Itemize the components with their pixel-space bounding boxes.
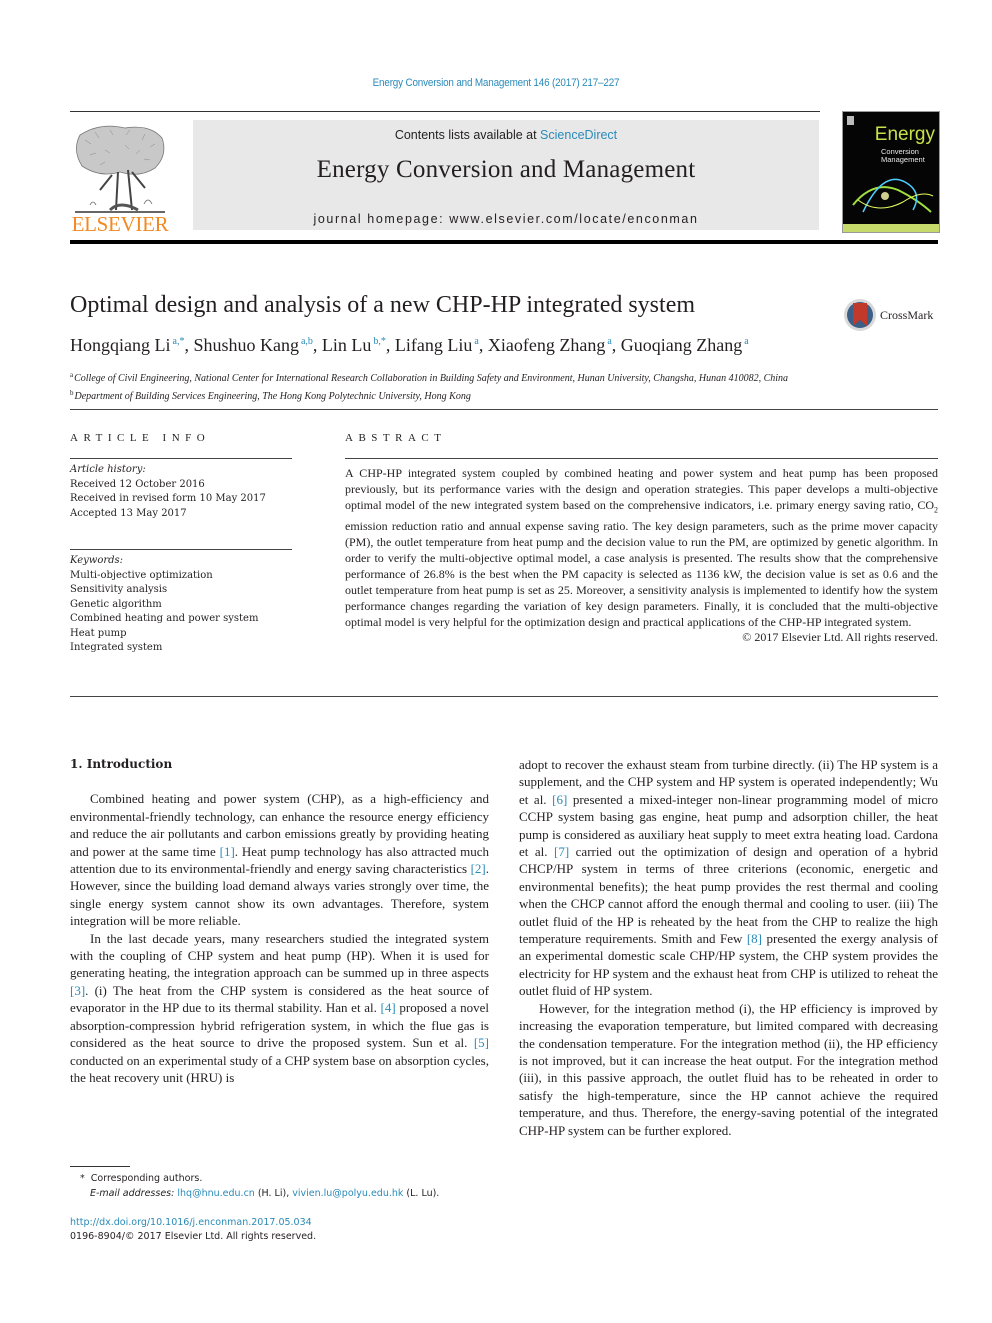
affiliation: aCollege of Civil Engineering, National … <box>70 371 789 384</box>
keywords: Keywords: Multi-objective optimization S… <box>70 554 292 656</box>
crossmark-label: CrossMark <box>880 308 934 322</box>
elsevier-badge-icon <box>847 116 854 125</box>
keyword[interactable]: Multi-objective optimization <box>70 569 292 584</box>
keyword[interactable]: Genetic algorithm <box>70 598 292 613</box>
author[interactable]: Shushuo Kang a,b <box>193 335 312 355</box>
divider <box>70 458 292 459</box>
author[interactable]: Guoqiang Zhang a <box>621 335 749 355</box>
email-link[interactable]: lhq@hnu.edu.cn <box>177 1188 254 1199</box>
header-thick-rule <box>70 240 938 244</box>
divider <box>70 409 938 410</box>
author-list: Hongqiang Li a,*, Shushuo Kang a,b, Lin Lu… <box>70 335 749 355</box>
sciencedirect-link[interactable]: ScienceDirect <box>540 128 617 142</box>
footnote-rule <box>70 1166 130 1167</box>
corresponding-note: * Corresponding authors. <box>80 1173 203 1184</box>
author[interactable]: Hongqiang Li a,* <box>70 335 184 355</box>
author[interactable]: Lifang Liu a <box>395 335 479 355</box>
issn-line: 0196-8904/© 2017 Elsevier Ltd. All right… <box>70 1231 317 1242</box>
divider <box>70 696 938 697</box>
elsevier-wordmark: ELSEVIER <box>71 212 169 236</box>
citation-link[interactable]: [4] <box>381 1000 396 1015</box>
contents-line: Contents lists available at ScienceDirec… <box>193 128 819 142</box>
history-item: Received in revised form 10 May 2017 <box>70 493 266 504</box>
citation-link[interactable]: [3] <box>70 983 85 998</box>
footnote: * Corresponding authors. E-mail addresse… <box>70 1171 439 1201</box>
contents-prefix: Contents lists available at <box>394 128 541 142</box>
affiliation: bDepartment of Building Services Enginee… <box>70 389 471 402</box>
email-link[interactable]: vivien.lu@polyu.edu.hk <box>292 1188 403 1199</box>
body-left-column: 1. Introduction Combined heating and pow… <box>70 756 489 1086</box>
abstract-copyright: © 2017 Elsevier Ltd. All rights reserved… <box>742 630 938 645</box>
history-item: Accepted 13 May 2017 <box>70 507 187 519</box>
keywords-label: Keywords: <box>70 555 124 566</box>
journal-homepage[interactable]: journal homepage: www.elsevier.com/locat… <box>193 212 819 226</box>
citation-link[interactable]: [1] <box>220 844 235 859</box>
keyword[interactable]: Combined heating and power system <box>70 612 292 627</box>
cover-title: Energy <box>874 124 935 145</box>
abstract: ABSTRACT A CHP-HP integrated system coup… <box>345 432 938 645</box>
cover-swirl-art <box>852 178 934 213</box>
body-right-column: adopt to recover the exhaust steam from … <box>519 756 938 1139</box>
keyword[interactable]: Heat pump <box>70 627 292 642</box>
affiliations: aCollege of Civil Engineering, National … <box>70 368 788 404</box>
paragraph: However, for the integration method (i),… <box>519 1000 938 1138</box>
citation-link[interactable]: [6] <box>552 792 567 807</box>
running-head-link[interactable]: Energy Conversion and Management 146 (20… <box>373 77 620 89</box>
citation-link[interactable]: [7] <box>554 844 569 859</box>
article-title: Optimal design and analysis of a new CHP… <box>70 292 696 318</box>
paragraph: adopt to recover the exhaust steam from … <box>519 757 939 999</box>
keyword[interactable]: Sensitivity analysis <box>70 583 292 598</box>
abstract-text: A CHP-HP integrated system coupled by co… <box>345 466 938 630</box>
history-label: Article history: <box>70 464 146 475</box>
running-head[interactable]: Energy Conversion and Management 146 (20… <box>50 77 943 89</box>
divider <box>345 458 938 459</box>
citation-link[interactable]: [8] <box>747 931 762 946</box>
email-note: E-mail addresses: lhq@hnu.edu.cn (H. Li)… <box>90 1188 440 1199</box>
journal-masthead: Contents lists available at ScienceDirec… <box>193 120 819 230</box>
paragraph: Combined heating and power system (CHP),… <box>70 791 489 929</box>
cover-band <box>843 224 939 232</box>
author[interactable]: Xiaofeng Zhang a <box>488 335 612 355</box>
article-info: ARTICLE INFO Article history: Received 1… <box>70 432 292 656</box>
journal-cover[interactable]: Energy Conversion Management <box>842 111 940 233</box>
crossmark-icon <box>844 299 876 331</box>
citation-link[interactable]: [5] <box>474 1035 489 1050</box>
article-history: Article history: Received 12 October 201… <box>70 463 292 521</box>
citation-link[interactable]: [2] <box>471 861 486 876</box>
article-info-heading: ARTICLE INFO <box>70 432 211 444</box>
paragraph: In the last decade years, many researche… <box>70 930 490 1085</box>
history-item: Received 12 October 2016 <box>70 478 205 490</box>
doi-link[interactable]: http://dx.doi.org/10.1016/j.enconman.201… <box>70 1217 312 1228</box>
keyword[interactable]: Integrated system <box>70 641 292 656</box>
abstract-heading: ABSTRACT <box>345 432 447 444</box>
section-heading: 1. Introduction <box>70 757 173 771</box>
top-rule <box>70 111 820 112</box>
divider <box>70 549 292 550</box>
journal-title: Energy Conversion and Management <box>316 156 696 183</box>
crossmark-button[interactable]: CrossMark <box>843 297 938 333</box>
doi-block: http://dx.doi.org/10.1016/j.enconman.201… <box>70 1216 316 1244</box>
author[interactable]: Lin Lu b,* <box>322 335 386 355</box>
